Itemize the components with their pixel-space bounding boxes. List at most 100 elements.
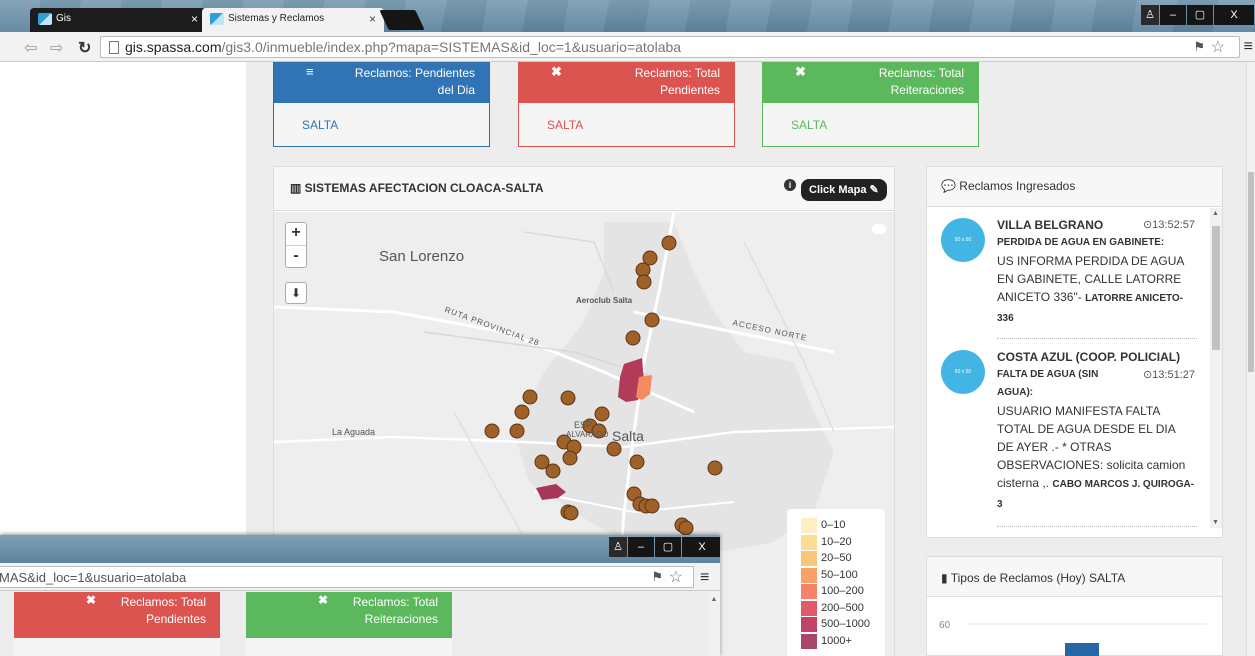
scroll-up-icon[interactable]: ▲: [1212, 210, 1219, 217]
tab-sistemas-reclamos[interactable]: Sistemas y Reclamos ×: [202, 8, 384, 32]
scroll-down-icon[interactable]: ▼: [1212, 519, 1219, 526]
click-mapa-button[interactable]: Click Mapa ✎: [801, 179, 887, 201]
complaint-point[interactable]: [545, 463, 561, 479]
legend-swatch: [801, 534, 817, 550]
scroll-up-icon[interactable]: ▲: [711, 596, 718, 603]
stat-card-header: ✖ Reclamos: Total Pendientes: [519, 63, 734, 103]
complaint-point[interactable]: [484, 423, 500, 439]
complaint-point[interactable]: [563, 505, 579, 521]
map-label-esp: ESP: [574, 420, 593, 430]
legend-row: 0–10: [793, 517, 879, 534]
bookmark-star-icon[interactable]: ☆: [669, 567, 683, 587]
stat-label-line2: del Dia: [437, 83, 475, 97]
legend-swatch: [801, 567, 817, 583]
complaint-point[interactable]: [678, 520, 694, 536]
stat-card-total-pendientes[interactable]: ✖ Reclamos: Total Pendientes: [14, 592, 220, 656]
feed-panel-header: 💬 Reclamos Ingresados: [927, 167, 1222, 207]
complaint-point[interactable]: [514, 404, 530, 420]
minimize-button[interactable]: –: [628, 537, 654, 557]
feed-item-body: VILLA BELGRANO ⊙13:52:57 PERDIDA DE AGUA…: [997, 216, 1195, 328]
map-label-alvarado: ALVARADO: [566, 430, 609, 439]
stat-label-line2: Reiteraciones: [890, 83, 964, 97]
translate-icon[interactable]: ⚑: [651, 569, 663, 585]
user-icon[interactable]: ♙: [609, 537, 627, 557]
complaint-point[interactable]: [636, 274, 652, 290]
complaint-point[interactable]: [562, 450, 578, 466]
url-input[interactable]: gis.spassa.com/gis3.0/inmueble/index.php…: [100, 36, 1240, 58]
complaint-point[interactable]: [644, 312, 660, 328]
legend-label: 500–1000: [821, 618, 870, 630]
map-legend: 0–10 10–20 20–50 50–100 100–200 200–500 …: [787, 509, 885, 656]
stat-label-line1: Reclamos: Total: [120, 595, 206, 609]
clock-icon: ⊙: [1142, 369, 1153, 381]
complaint-point[interactable]: [560, 390, 576, 406]
stat-card-total-pendientes[interactable]: ✖ Reclamos: Total Pendientes SALTA: [518, 62, 735, 147]
map-panel-header: ▥ SISTEMAS AFECTACION CLOACA-SALTA i Cli…: [274, 167, 894, 211]
complaint-point[interactable]: [625, 330, 641, 346]
avatar: 50 x 50: [941, 350, 985, 394]
minimize-button[interactable]: –: [1160, 5, 1186, 25]
tab-gis[interactable]: Gis ×: [30, 8, 206, 32]
stat-card-footer: SALTA: [519, 103, 734, 146]
complaint-point[interactable]: [509, 423, 525, 439]
map-label-la-aguada: La Aguada: [332, 427, 376, 437]
stat-card-header: ✖ Reclamos: Total Reiteraciones: [763, 63, 978, 103]
reload-icon[interactable]: ↻: [78, 38, 91, 58]
stat-card-pendientes-dia[interactable]: ≡ Reclamos: Pendientes del Dia SALTA: [273, 62, 490, 147]
legend-label: 20–50: [821, 552, 852, 564]
bar-chart-icon: ▮: [941, 571, 951, 585]
comments-icon: 💬: [941, 179, 960, 193]
window-controls: ♙ – ▢ X: [608, 537, 720, 557]
complaint-point[interactable]: [606, 441, 622, 457]
close-button[interactable]: X: [1214, 5, 1254, 25]
feed-scroll-thumb[interactable]: [1212, 226, 1220, 350]
legend-row: 500–1000: [793, 616, 879, 633]
complaint-point[interactable]: [707, 460, 723, 476]
chart-bar[interactable]: [1065, 643, 1099, 656]
wrench-icon: ✖: [318, 593, 329, 607]
legend-row: 10–20: [793, 534, 879, 551]
wrench-icon: ✖: [86, 593, 97, 607]
complaint-point[interactable]: [629, 454, 645, 470]
stat-label-line1: Reclamos: Total: [878, 66, 964, 80]
complaint-point[interactable]: [522, 389, 538, 405]
complaint-point[interactable]: [661, 235, 677, 251]
complaint-point[interactable]: [644, 498, 660, 514]
download-icon[interactable]: ⬇: [285, 282, 307, 304]
maximize-button[interactable]: ▢: [655, 537, 681, 557]
tab-close-icon[interactable]: ×: [191, 8, 198, 30]
url-input[interactable]: MAS&id_loc=1&usuario=atolaba ⚑ ☆: [0, 566, 694, 588]
legend-swatch: [801, 617, 817, 632]
page-scrollbar[interactable]: [1246, 62, 1255, 656]
translate-icon[interactable]: ⚑: [1193, 39, 1205, 55]
menu-icon[interactable]: ≡: [700, 569, 709, 587]
tab-close-icon[interactable]: ×: [369, 8, 376, 30]
menu-icon[interactable]: ≡: [1244, 38, 1253, 56]
page-scrollbar[interactable]: ▲: [708, 592, 720, 656]
zoom-out-button[interactable]: -: [286, 245, 306, 267]
time-text: 13:52:57: [1152, 219, 1195, 231]
stat-card-total-reiteraciones[interactable]: ✖ Reclamos: Total Reiteraciones: [246, 592, 452, 656]
info-icon[interactable]: i: [784, 179, 796, 191]
feed-list[interactable]: 50 x 50 VILLA BELGRANO ⊙13:52:57 PERDIDA…: [927, 208, 1210, 528]
reclamos-ingresados-panel: 💬 Reclamos Ingresados 50 x 50 VILLA BELG…: [926, 166, 1223, 538]
back-arrow-icon[interactable]: ⇦: [24, 38, 37, 58]
window-controls: ♙ – ▢ X: [1140, 5, 1254, 25]
tab-label: Sistemas y Reclamos: [228, 13, 325, 24]
close-button[interactable]: X: [682, 537, 720, 557]
forward-arrow-icon[interactable]: ⇨: [50, 38, 63, 58]
maximize-button[interactable]: ▢: [1187, 5, 1213, 25]
bookmark-star-icon[interactable]: ☆: [1211, 37, 1225, 57]
gis-favicon-icon: [210, 13, 224, 25]
legend-row: 200–500: [793, 600, 879, 617]
complaint-point[interactable]: [594, 406, 610, 422]
user-icon[interactable]: ♙: [1141, 5, 1159, 25]
page-scroll-thumb[interactable]: [1248, 172, 1254, 372]
stat-card-total-reiteraciones[interactable]: ✖ Reclamos: Total Reiteraciones SALTA: [762, 62, 979, 147]
stat-label-line1: Reclamos: Total: [634, 66, 720, 80]
zoom-in-button[interactable]: +: [286, 223, 306, 245]
feed-scrollbar[interactable]: ▲ ▼: [1210, 208, 1222, 528]
map-corner-control[interactable]: [872, 224, 886, 234]
window-titlebar: ♙ – ▢ X: [0, 535, 720, 563]
legend-swatch: [801, 584, 817, 599]
